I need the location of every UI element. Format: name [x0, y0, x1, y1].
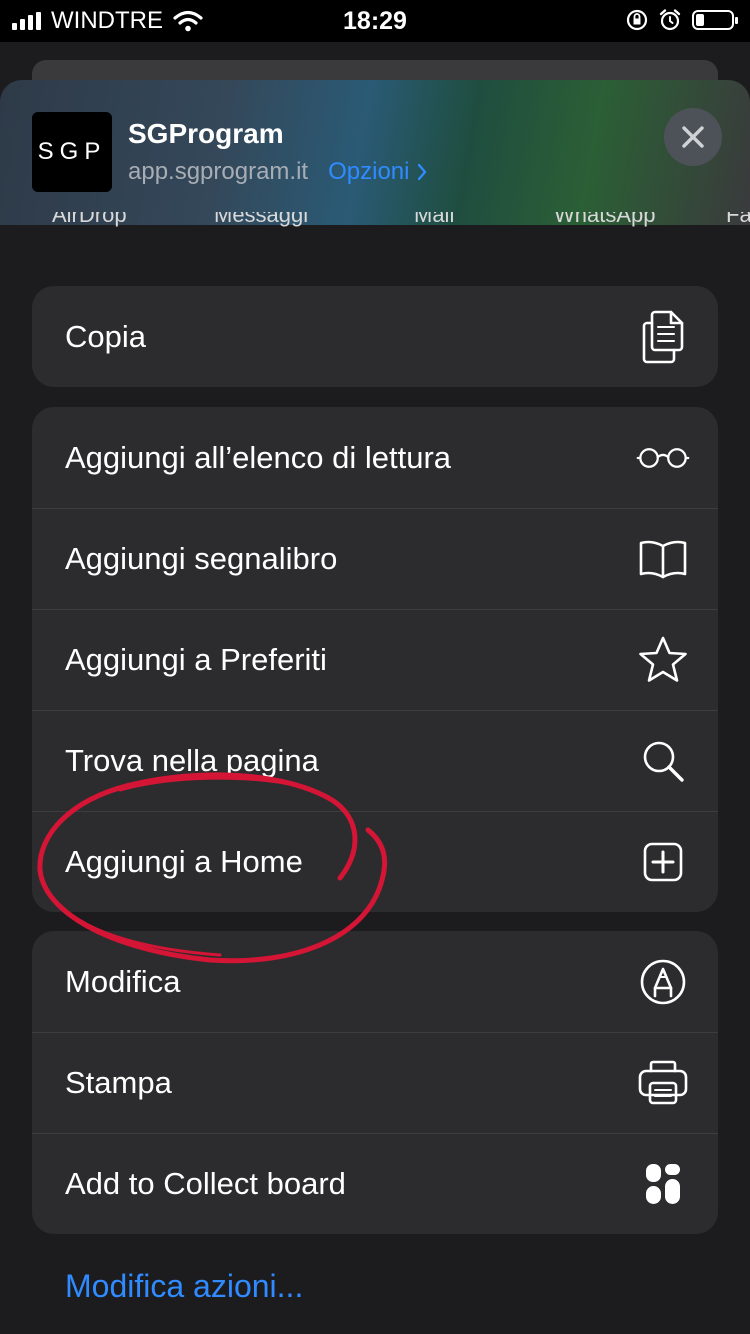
action-find-in-page[interactable]: Trova nella pagina: [32, 710, 718, 811]
action-collect-board[interactable]: Add to Collect board: [32, 1133, 718, 1234]
action-print[interactable]: Stampa: [32, 1032, 718, 1133]
options-link[interactable]: Opzioni: [328, 158, 427, 186]
app-url: app.sgprogram.it: [128, 158, 309, 185]
edit-actions-link[interactable]: Modifica azioni...: [65, 1268, 303, 1305]
action-label: Aggiungi all’elenco di lettura: [65, 439, 452, 475]
action-group-copy: Copia: [32, 286, 718, 387]
markup-icon: [636, 955, 690, 1009]
action-label: Aggiungi segnalibro: [65, 541, 338, 576]
chevron-right-icon: [418, 163, 427, 181]
share-target-mail[interactable]: Mail: [414, 212, 454, 228]
action-label: Add to Collect board: [65, 1166, 346, 1201]
close-icon: [682, 126, 704, 148]
action-group-page: Aggiungi all’elenco di lettura Aggiungi …: [32, 407, 718, 912]
share-target-messages[interactable]: Messaggi: [214, 212, 308, 228]
plus-square-icon: [636, 835, 690, 889]
share-target-whatsapp[interactable]: WhatsApp: [554, 212, 656, 228]
action-reading-list[interactable]: Aggiungi all’elenco di lettura: [32, 407, 718, 508]
action-label: Stampa: [65, 1065, 172, 1100]
copy-icon: [636, 310, 690, 364]
printer-icon: [636, 1056, 690, 1110]
app-icon: SGP: [32, 112, 112, 192]
rotation-lock-icon: [626, 9, 648, 31]
alarm-icon: [659, 9, 681, 31]
action-markup[interactable]: Modifica: [32, 931, 718, 1032]
book-icon: [636, 532, 690, 586]
action-add-bookmark[interactable]: Aggiungi segnalibro: [32, 508, 718, 609]
close-button[interactable]: [664, 108, 722, 166]
action-group-extra: Modifica Stampa Add to Collect board: [32, 931, 718, 1234]
star-icon: [636, 633, 690, 687]
status-bar: WINDTRE 18:29: [0, 0, 750, 42]
status-right: [626, 8, 738, 32]
app-subtitle: app.sgprogram.it Opzioni: [128, 158, 427, 186]
options-label: Opzioni: [328, 158, 410, 185]
share-target-more[interactable]: Fa: [726, 212, 750, 228]
search-icon: [636, 734, 690, 788]
share-targets-row: AirDrop Messaggi Mail WhatsApp Fa: [0, 212, 750, 238]
battery-icon: [692, 10, 738, 30]
action-add-favorites[interactable]: Aggiungi a Preferiti: [32, 609, 718, 710]
action-label: Trova nella pagina: [65, 743, 319, 778]
share-sheet-header: SGP SGProgram app.sgprogram.it Opzioni: [0, 80, 750, 225]
action-add-to-home[interactable]: Aggiungi a Home: [32, 811, 718, 912]
app-name: SGProgram: [128, 118, 284, 149]
action-label: Copia: [65, 318, 146, 354]
action-label: Aggiungi a Home: [65, 844, 303, 879]
share-target-airdrop[interactable]: AirDrop: [52, 212, 127, 228]
action-copy[interactable]: Copia: [32, 286, 718, 387]
collect-icon: [636, 1157, 690, 1211]
glasses-icon: [636, 431, 690, 485]
action-label: Modifica: [65, 963, 181, 999]
action-label: Aggiungi a Preferiti: [65, 642, 327, 677]
